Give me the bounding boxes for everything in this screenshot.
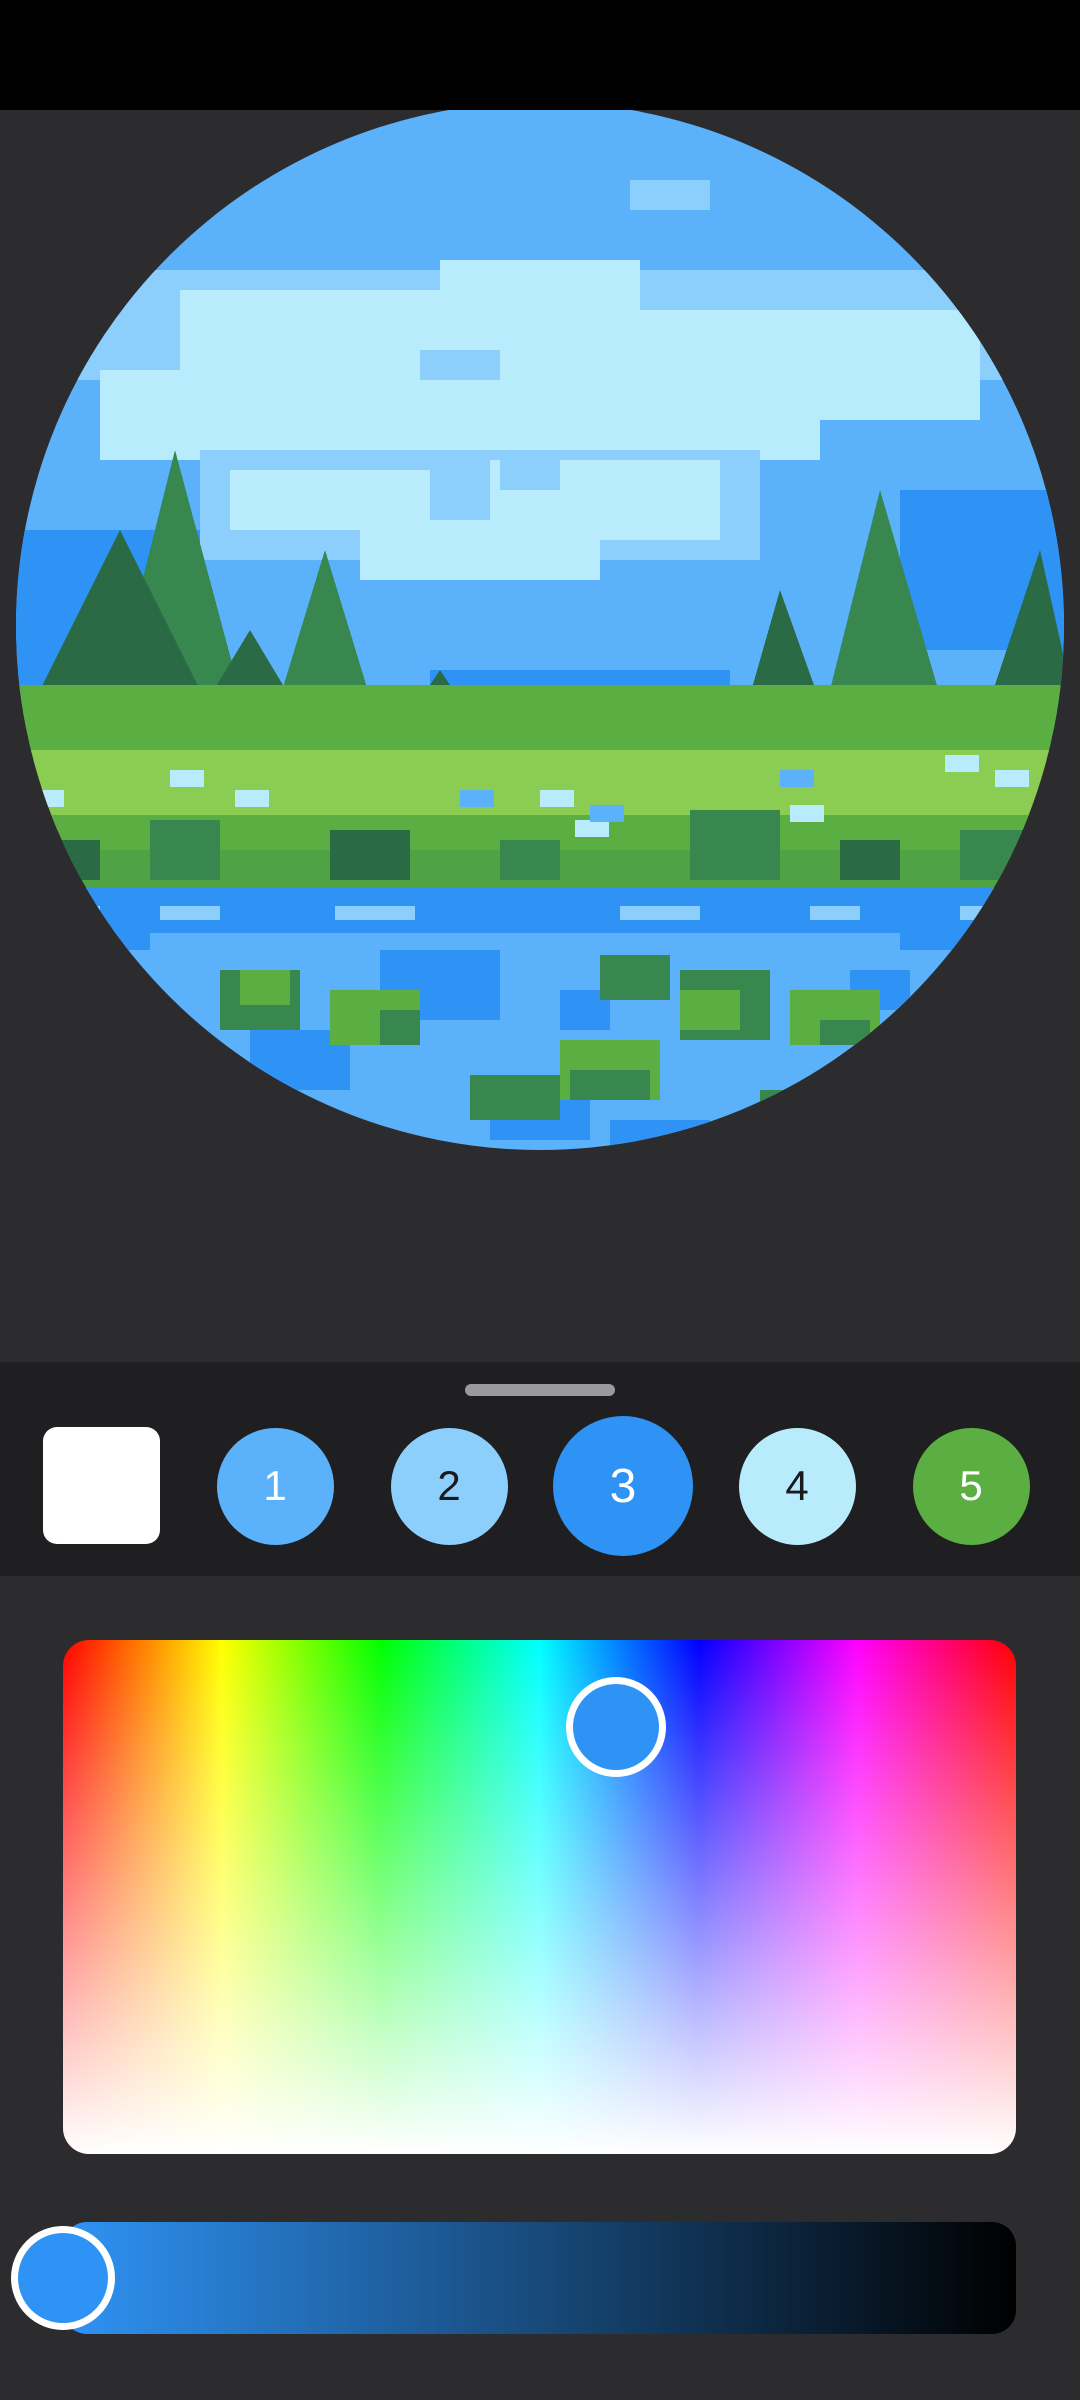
saturation-gradient — [63, 1640, 1016, 2154]
pixel-art-landscape[interactable] — [0, 110, 1080, 1362]
swatch-number: 1 — [263, 1462, 287, 1509]
brightness-slider-thumb[interactable] — [11, 2226, 115, 2330]
palette-swatch-5[interactable]: 5 — [912, 1427, 1030, 1545]
swatch-number: 3 — [609, 1459, 637, 1513]
palette-swatch-4[interactable]: 4 — [738, 1427, 856, 1545]
bottom-sheet: 1 2 3 4 5 — [0, 1362, 1080, 2400]
palette-swatch-1[interactable]: 1 — [216, 1427, 334, 1545]
swatch-number: 4 — [785, 1462, 809, 1509]
white-swatch[interactable] — [43, 1427, 160, 1544]
color-picker[interactable] — [63, 1640, 1016, 2154]
swatch-number: 2 — [437, 1462, 461, 1509]
palette-swatch-2[interactable]: 2 — [390, 1427, 508, 1545]
status-bar — [0, 0, 1080, 110]
palette-swatch-3[interactable]: 3 — [553, 1416, 693, 1556]
color-picker-thumb[interactable] — [565, 1677, 666, 1778]
palette-bar: 1 2 3 4 5 — [0, 1362, 1080, 1576]
swatch-number: 5 — [959, 1462, 983, 1509]
artwork-canvas[interactable] — [0, 110, 1080, 1362]
drag-handle[interactable] — [465, 1384, 615, 1396]
brightness-slider[interactable] — [11, 2222, 1016, 2334]
